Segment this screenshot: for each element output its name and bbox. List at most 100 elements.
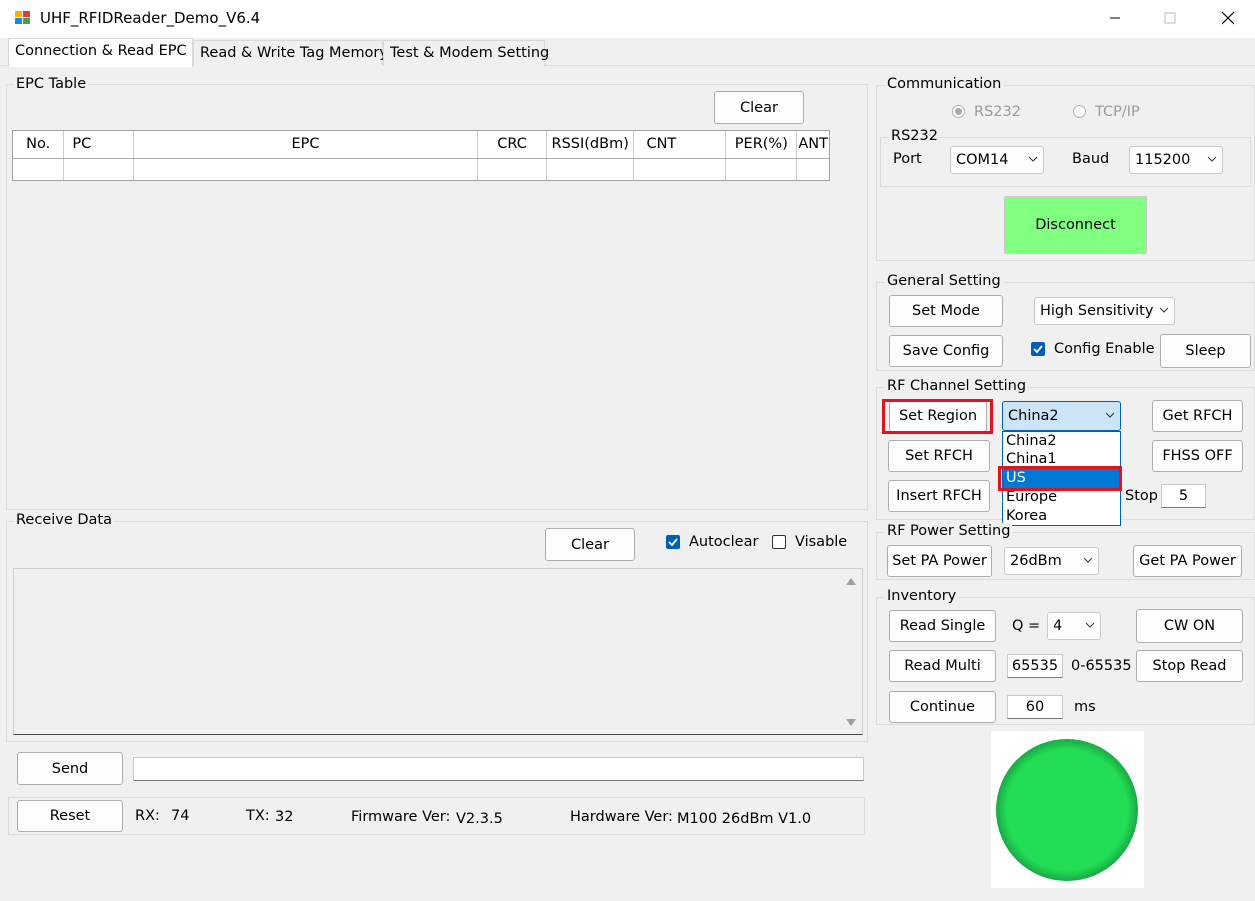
port-select[interactable]: COM14 <box>950 146 1044 174</box>
read-multi-button[interactable]: Read Multi <box>889 650 996 682</box>
visable-label: Visable <box>795 534 848 550</box>
rf-power-label: RF Power Setting <box>885 523 1013 539</box>
region-option-korea[interactable]: Korea <box>1003 507 1120 526</box>
column-header-cnt[interactable]: CNT <box>633 131 727 159</box>
receive-data-label: Receive Data <box>14 512 114 528</box>
baud-select[interactable]: 115200 <box>1129 146 1223 174</box>
set-rfch-button[interactable]: Set RFCH <box>888 440 990 472</box>
tcpip-radio[interactable] <box>1073 105 1086 118</box>
reset-button[interactable]: Reset <box>17 800 123 832</box>
port-value: COM14 <box>956 152 1009 168</box>
port-label: Port <box>893 151 922 167</box>
status-indicator-panel <box>991 731 1144 888</box>
get-rfch-button[interactable]: Get RFCH <box>1152 400 1243 432</box>
tab-test-modem-setting[interactable]: Test & Modem Setting <box>383 40 549 66</box>
disconnect-button[interactable]: Disconnect <box>1004 196 1147 254</box>
scroll-arrows-icon <box>846 578 856 726</box>
close-button[interactable] <box>1198 0 1255 36</box>
q-value: 4 <box>1053 618 1063 634</box>
inventory-label: Inventory <box>885 588 959 604</box>
send-input[interactable] <box>133 757 864 781</box>
mode-value: High Sensitivity <box>1040 303 1154 319</box>
chevron-down-icon <box>1160 307 1168 313</box>
save-config-button[interactable]: Save Config <box>889 335 1003 367</box>
epc-table[interactable]: No. PC EPC CRC RSSI(dBm) CNT PER(%) ANT <box>12 130 830 181</box>
rs232-radio[interactable] <box>952 105 965 118</box>
column-header-pc[interactable]: PC <box>63 131 134 159</box>
interval-input[interactable]: 60 <box>1007 695 1063 719</box>
insert-rfch-button[interactable]: Insert RFCH <box>888 480 990 512</box>
mode-select[interactable]: High Sensitivity <box>1034 297 1175 325</box>
config-enable-checkbox[interactable] <box>1031 342 1045 356</box>
range-label: 0-65535 <box>1071 658 1132 674</box>
chevron-down-icon <box>1208 156 1216 162</box>
disconnect-label: Disconnect <box>1035 217 1116 233</box>
chevron-down-icon <box>1086 622 1094 628</box>
visable-checkbox[interactable] <box>772 535 786 549</box>
receive-scrollbar[interactable] <box>840 569 862 734</box>
stop-label: Stop <box>1125 488 1158 504</box>
continue-button[interactable]: Continue <box>889 691 996 723</box>
checkmark-icon <box>668 538 678 547</box>
multi-count-input[interactable]: 65535 <box>1007 654 1063 678</box>
tx-value: 32 <box>275 809 294 825</box>
minimize-button[interactable] <box>1085 0 1145 36</box>
get-pa-power-button[interactable]: Get PA Power <box>1133 545 1242 577</box>
stop-read-button[interactable]: Stop Read <box>1136 650 1243 682</box>
cw-on-button[interactable]: CW ON <box>1136 609 1243 643</box>
tx-label: TX: <box>246 808 270 824</box>
set-pa-power-button[interactable]: Set PA Power <box>887 545 992 577</box>
chevron-down-icon <box>1106 412 1114 418</box>
general-setting-label: General Setting <box>885 273 1003 289</box>
rx-value: 74 <box>171 808 190 824</box>
ms-label: ms <box>1074 699 1096 715</box>
maximize-icon <box>1164 12 1176 24</box>
sleep-button[interactable]: Sleep <box>1160 334 1251 368</box>
column-header-per[interactable]: PER(%) <box>725 131 798 159</box>
region-select[interactable]: China2 <box>1002 401 1121 431</box>
receive-clear-button[interactable]: Clear <box>545 528 635 561</box>
communication-label: Communication <box>885 76 1004 92</box>
chevron-down-icon <box>1084 557 1092 563</box>
us-option-highlight <box>998 466 1122 491</box>
baud-label: Baud <box>1072 151 1110 167</box>
epc-clear-button[interactable]: Clear <box>714 91 804 124</box>
autoclear-checkbox[interactable] <box>666 535 680 549</box>
column-header-ant[interactable]: ANT <box>796 131 829 159</box>
tab-read-write-tag-memory[interactable]: Read & Write Tag Memory <box>193 40 388 66</box>
window-title: UHF_RFIDReader_Demo_V6.4 <box>40 9 261 27</box>
maximize-button[interactable] <box>1140 0 1200 36</box>
status-indicator-light <box>996 739 1138 881</box>
close-icon <box>1221 11 1235 25</box>
read-single-button[interactable]: Read Single <box>889 610 996 642</box>
q-select[interactable]: 4 <box>1047 612 1101 640</box>
rs232-sub-label: RS232 <box>889 128 940 144</box>
minimize-icon <box>1110 17 1120 19</box>
hardware-value: M100 26dBm V1.0 <box>677 811 812 827</box>
column-header-no[interactable]: No. <box>13 131 65 159</box>
set-region-highlight <box>882 399 993 434</box>
rx-label: RX: <box>135 808 160 824</box>
receive-data-textarea[interactable] <box>13 568 863 735</box>
chevron-down-icon <box>1029 156 1037 162</box>
power-value: 26dBm <box>1010 553 1062 569</box>
column-header-rssi[interactable]: RSSI(dBm) <box>546 131 635 159</box>
firmware-value: V2.3.5 <box>456 811 503 827</box>
tab-connection-read-epc[interactable]: Connection & Read EPC <box>8 38 193 67</box>
send-button[interactable]: Send <box>17 752 123 785</box>
region-option-china2[interactable]: China2 <box>1003 432 1120 450</box>
config-enable-label: Config Enable <box>1054 341 1155 357</box>
app-icon <box>14 10 32 26</box>
column-header-crc[interactable]: CRC <box>477 131 547 159</box>
region-value: China2 <box>1008 408 1059 424</box>
q-label: Q = <box>1012 618 1041 634</box>
stop-input[interactable]: 5 <box>1161 484 1206 508</box>
set-mode-button[interactable]: Set Mode <box>889 295 1003 327</box>
tcpip-radio-label: TCP/IP <box>1095 104 1140 120</box>
table-row[interactable] <box>13 158 829 180</box>
power-select[interactable]: 26dBm <box>1004 547 1099 575</box>
column-header-epc[interactable]: EPC <box>133 131 479 159</box>
autoclear-label: Autoclear <box>689 534 759 550</box>
fhss-off-button[interactable]: FHSS OFF <box>1152 440 1243 472</box>
hardware-label: Hardware Ver: <box>570 809 673 825</box>
